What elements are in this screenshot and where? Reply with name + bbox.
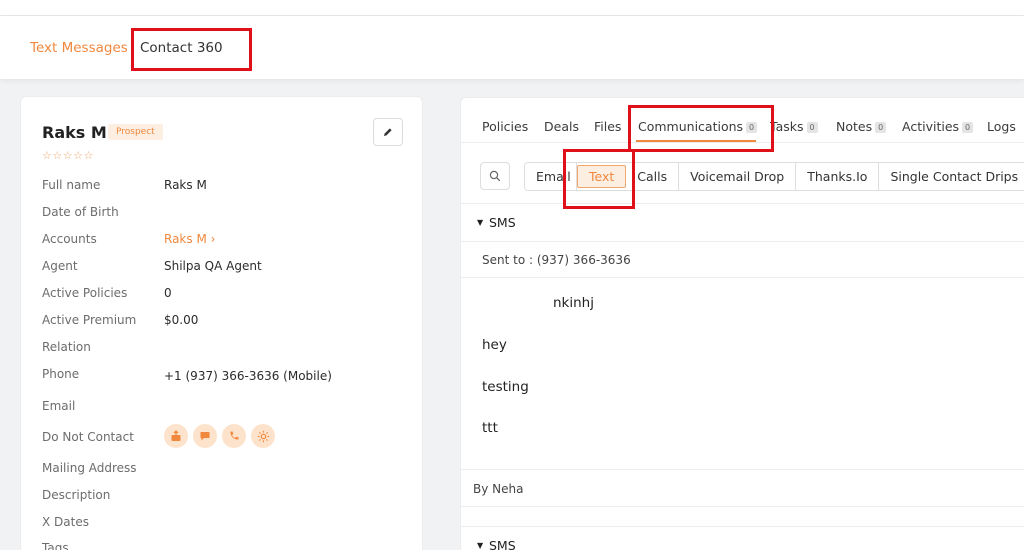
field-label: Description: [42, 488, 111, 502]
edit-contact-button[interactable]: [373, 118, 403, 146]
dnc-sun-toggle[interactable]: [251, 424, 275, 448]
rating-stars[interactable]: ☆☆☆☆☆: [42, 149, 94, 162]
field-value: $0.00: [164, 313, 199, 327]
message-item: testing: [482, 379, 529, 395]
tab-logs[interactable]: Logs: [987, 119, 1016, 134]
search-icon: [489, 170, 501, 182]
tab-activities[interactable]: Activities 0: [902, 119, 974, 134]
communications-card: Policies Deals Files Communications 0 Tas…: [460, 97, 1024, 550]
sms-thread-panel: ▼ SMS Sent to : (937) 366-3636 nkinhj he…: [461, 203, 1024, 507]
caret-down-icon: ▼: [477, 218, 484, 227]
contact-details-card: Raks M Prospect ☆☆☆☆☆ Full name Raks M D…: [20, 96, 423, 550]
tab-files[interactable]: Files: [594, 119, 621, 134]
field-label: Phone: [42, 367, 80, 381]
field-label: Active Policies: [42, 286, 128, 300]
dnc-message-toggle[interactable]: [193, 424, 217, 448]
field-label: X Dates: [42, 515, 89, 529]
phone-icon: [230, 431, 239, 440]
tab-policies[interactable]: Policies: [482, 119, 528, 134]
field-label: Date of Birth: [42, 205, 119, 219]
account-link[interactable]: Raks M ›: [164, 232, 215, 246]
sms-header[interactable]: ▼ SMS: [461, 204, 1024, 242]
filter-thanks-io[interactable]: Thanks.Io: [796, 163, 880, 190]
field-value: 0: [164, 286, 172, 300]
sent-to-row: Sent to : (937) 366-3636: [461, 242, 1024, 278]
breadcrumb-text-messages-link[interactable]: Text Messages: [30, 40, 128, 56]
filter-voicemail-drop[interactable]: Voicemail Drop: [679, 163, 797, 190]
field-label: Email: [42, 399, 76, 413]
field-label: Relation: [42, 340, 91, 354]
tab-count-badge: 0: [962, 122, 974, 133]
tab-count-badge: 0: [875, 122, 887, 133]
tab-count-badge: 0: [806, 122, 818, 133]
highlight-box-contact-360: [131, 28, 252, 71]
filter-single-contact-drips[interactable]: Single Contact Drips: [879, 163, 1024, 190]
mail-icon: [171, 430, 181, 441]
tab-deals[interactable]: Deals: [544, 119, 579, 134]
dnc-phone-toggle[interactable]: [222, 424, 246, 448]
phone-value[interactable]: +1 (937) 366-3636 (Mobile): [164, 369, 332, 383]
field-label: Agent: [42, 259, 78, 273]
tab-tasks[interactable]: Tasks 0: [770, 119, 818, 134]
sms-title: SMS: [489, 215, 516, 230]
field-label: Accounts: [42, 232, 97, 246]
sender-text: By Neha: [473, 482, 524, 496]
field-label: Do Not Contact: [42, 430, 134, 444]
highlight-box-communications-tab: [628, 105, 774, 152]
pencil-icon: [384, 128, 392, 136]
field-value: Raks M: [164, 178, 207, 192]
field-value: Shilpa QA Agent: [164, 259, 262, 273]
tab-notes[interactable]: Notes 0: [836, 119, 887, 134]
status-badge: Prospect: [108, 124, 163, 140]
caret-down-icon: ▼: [477, 541, 484, 550]
dnc-mail-toggle[interactable]: [164, 424, 188, 448]
message-item: hey: [482, 337, 507, 353]
contact-name: Raks M: [42, 123, 107, 142]
sun-icon: [257, 430, 269, 442]
search-button[interactable]: [480, 162, 510, 190]
sms-thread-panel-2[interactable]: ▼ SMS: [460, 526, 1024, 550]
sender-row: By Neha: [461, 469, 1024, 507]
field-label: Full name: [42, 178, 101, 192]
top-app-bar: [0, 0, 1024, 16]
field-label: Active Premium: [42, 313, 137, 327]
field-label: Mailing Address: [42, 461, 137, 475]
highlight-box-text-filter: [563, 149, 635, 209]
message-item: nkinhj: [553, 295, 594, 311]
message-icon: [200, 432, 210, 441]
sms-title: SMS: [489, 538, 516, 550]
message-item: ttt: [482, 420, 498, 436]
sent-to-text: Sent to : (937) 366-3636: [482, 253, 631, 267]
field-label: Tags: [42, 541, 69, 550]
